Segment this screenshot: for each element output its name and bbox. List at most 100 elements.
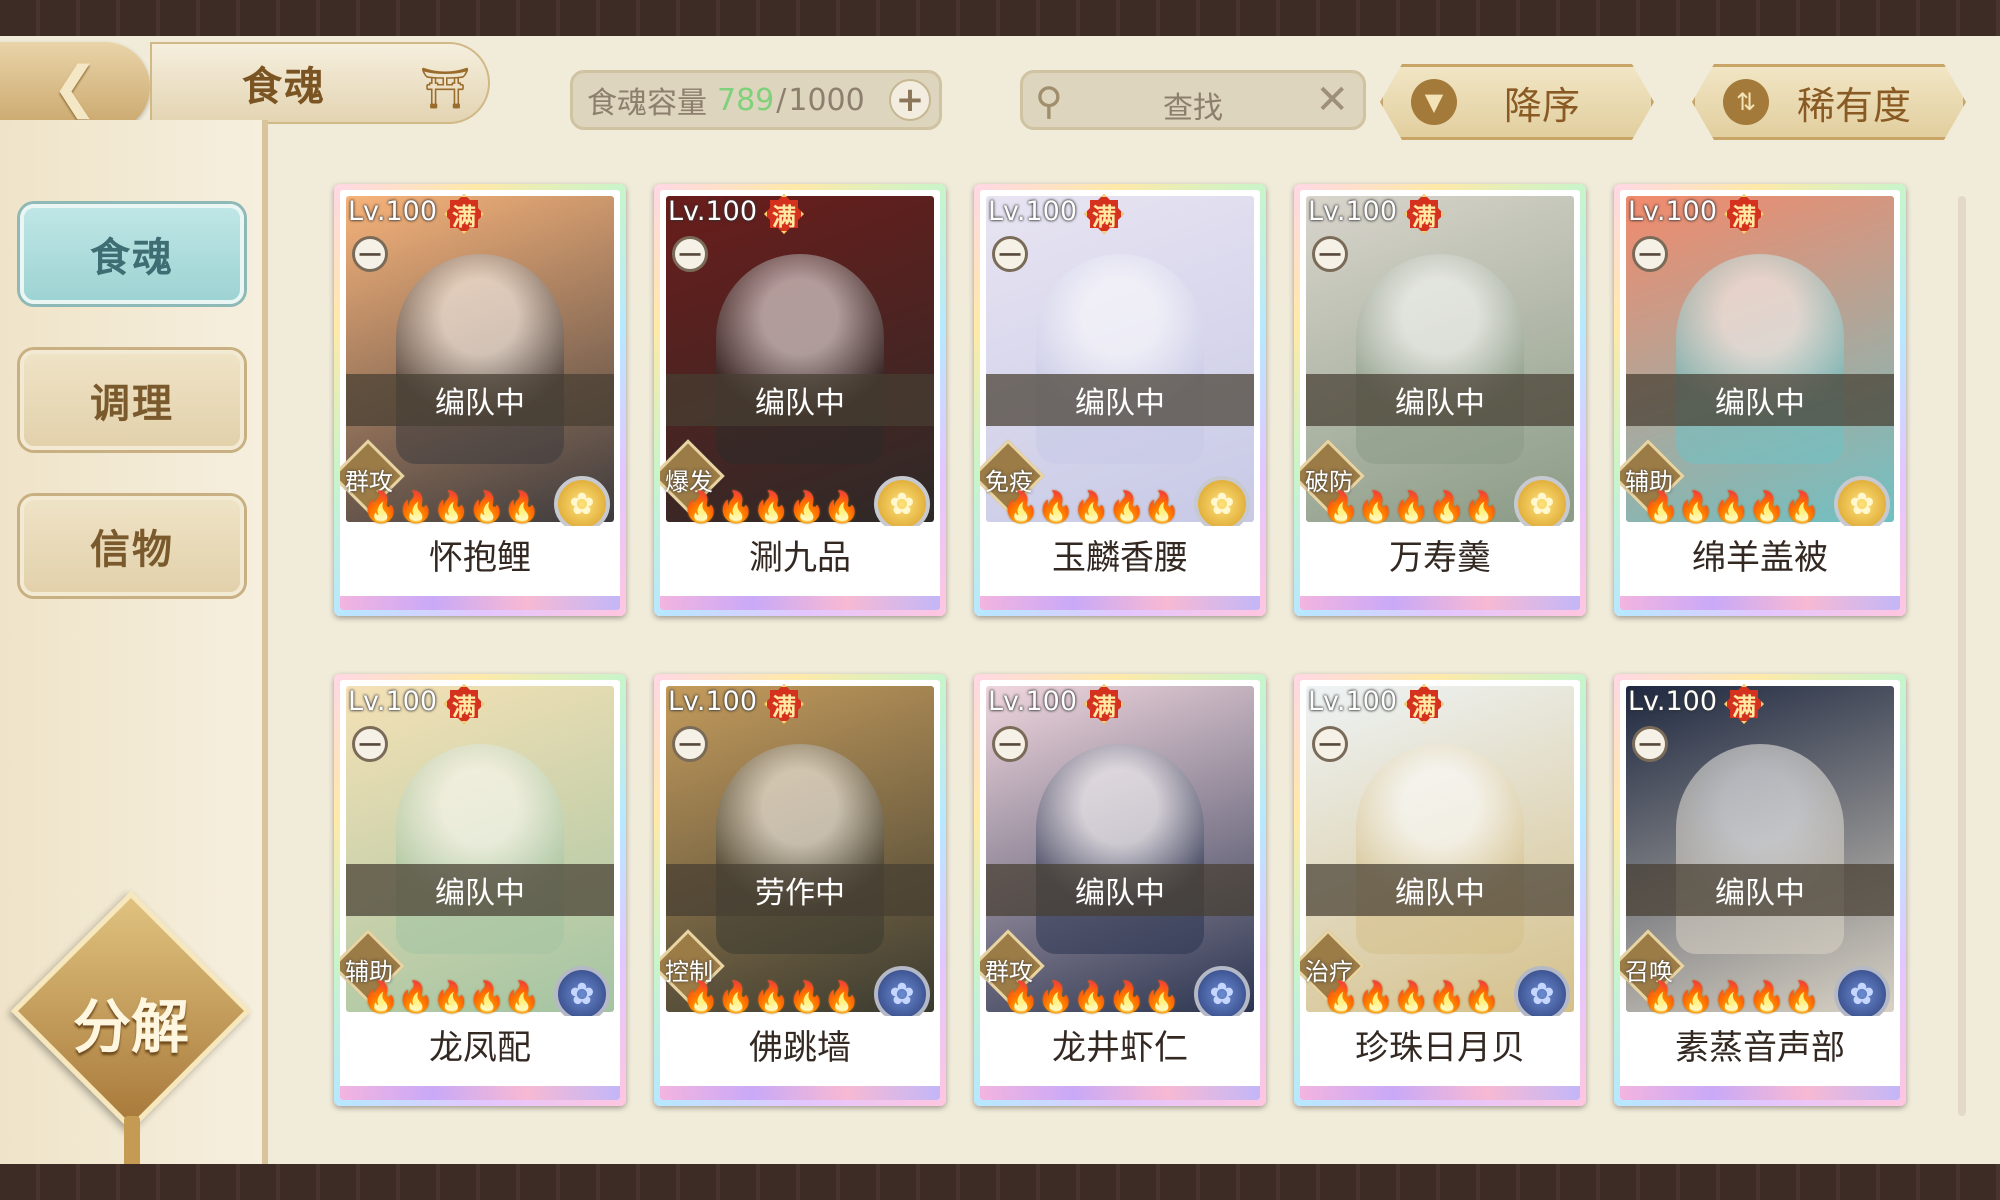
search-input[interactable]: 查找 [1023,83,1363,127]
tab-tokens[interactable]: 信物 [20,496,244,596]
capacity-label: 食魂容量 [587,86,707,121]
max-level-badge: 满 [1084,684,1124,724]
level-label: Lv.100 [988,196,1078,227]
rarity-flower-icon: ✿ [1194,476,1250,532]
card-rainbow-strip [340,596,620,610]
max-level-badge: 满 [764,684,804,724]
card-inner: Lv.100 满 一 编队中 群攻 🔥🔥🔥🔥🔥 ✿ 龙井虾仁 [980,680,1260,1100]
sort-key-button[interactable]: ⇅ 稀有度 [1692,64,1966,140]
scrollbar[interactable] [1958,196,1966,1116]
food-soul-card[interactable]: Lv.100 满 一 编队中 辅助 🔥🔥🔥🔥🔥 ✿ 绵羊盖被 [1614,184,1906,616]
tab-food-soul[interactable]: 食魂 [20,204,244,304]
card-rainbow-strip [660,1086,940,1100]
lock-icon[interactable]: 一 [352,726,388,762]
food-soul-name: 万寿羹 [1300,526,1580,582]
character-silhouette [1036,744,1204,954]
star-flames: 🔥🔥🔥🔥🔥 [682,490,861,525]
card-rainbow-strip [1620,1086,1900,1100]
level-label: Lv.100 [668,196,758,227]
level-label: Lv.100 [988,686,1078,717]
food-soul-card[interactable]: Lv.100 满 一 编队中 群攻 🔥🔥🔥🔥🔥 ✿ 龙井虾仁 [974,674,1266,1106]
food-soul-card[interactable]: Lv.100 满 一 编队中 免疫 🔥🔥🔥🔥🔥 ✿ 玉麟香腰 [974,184,1266,616]
food-soul-card[interactable]: Lv.100 满 一 编队中 爆发 🔥🔥🔥🔥🔥 ✿ 涮九品 [654,184,946,616]
lock-icon[interactable]: 一 [672,726,708,762]
rarity-flower-icon: ✿ [1834,476,1890,532]
card-rainbow-strip [1300,1086,1580,1100]
capacity-max: 1000 [788,82,865,118]
food-soul-name: 绵羊盖被 [1620,526,1900,582]
back-button[interactable]: ❮ [0,42,150,132]
food-soul-card[interactable]: Lv.100 满 一 编队中 辅助 🔥🔥🔥🔥🔥 ✿ 龙凤配 [334,674,626,1106]
food-soul-card[interactable]: Lv.100 满 一 劳作中 控制 🔥🔥🔥🔥🔥 ✿ 佛跳墙 [654,674,946,1106]
card-rainbow-strip [1300,596,1580,610]
card-inner: Lv.100 满 一 劳作中 控制 🔥🔥🔥🔥🔥 ✿ 佛跳墙 [660,680,940,1100]
status-banner: 编队中 [1306,374,1574,426]
rarity-flower-icon: ✿ [554,476,610,532]
swap-icon: ⇅ [1723,79,1769,125]
lock-icon[interactable]: 一 [1312,726,1348,762]
lock-icon[interactable]: 一 [1632,236,1668,272]
character-silhouette [716,254,884,464]
page-title: 食魂 [242,64,326,110]
card-inner: Lv.100 满 一 编队中 辅助 🔥🔥🔥🔥🔥 ✿ 龙凤配 [340,680,620,1100]
food-soul-card[interactable]: Lv.100 满 一 编队中 破防 🔥🔥🔥🔥🔥 ✿ 万寿羹 [1294,184,1586,616]
capacity-separator: / [776,82,787,118]
star-flames: 🔥🔥🔥🔥🔥 [1002,490,1181,525]
lock-icon[interactable]: 一 [992,236,1028,272]
lock-icon[interactable]: 一 [992,726,1028,762]
max-level-badge: 满 [1724,194,1764,234]
star-flames: 🔥🔥🔥🔥🔥 [1002,980,1181,1015]
stage: ❮ 食魂 ⛩ 食魂容量 789 / 1000 + ⚲ 查找 ✕ ▼ 降序 ⇅ 稀… [0,36,2000,1172]
card-inner: Lv.100 满 一 编队中 治疗 🔥🔥🔥🔥🔥 ✿ 珍珠日月贝 [1300,680,1580,1100]
sort-key-label: 稀有度 [1796,83,1911,128]
capacity-panel: 食魂容量 789 / 1000 + [570,70,942,130]
character-silhouette [1036,254,1204,464]
tab-conditioning[interactable]: 调理 [20,350,244,450]
food-soul-card[interactable]: Lv.100 满 一 编队中 群攻 🔥🔥🔥🔥🔥 ✿ 怀抱鲤 [334,184,626,616]
search-box[interactable]: ⚲ 查找 ✕ [1020,70,1366,130]
sort-order-button[interactable]: ▼ 降序 [1380,64,1654,140]
lock-icon[interactable]: 一 [1312,236,1348,272]
sort-order-label: 降序 [1503,83,1580,128]
add-capacity-button[interactable]: + [889,79,931,121]
level-label: Lv.100 [348,686,438,717]
status-banner: 编队中 [346,374,614,426]
lock-icon[interactable]: 一 [1632,726,1668,762]
food-soul-name: 涮九品 [660,526,940,582]
card-rainbow-strip [340,1086,620,1100]
bottom-border [0,1164,2000,1200]
card-rainbow-strip [980,1086,1260,1100]
rarity-flower-icon: ✿ [1834,966,1890,1022]
status-banner: 编队中 [1626,374,1894,426]
card-inner: Lv.100 满 一 编队中 破防 🔥🔥🔥🔥🔥 ✿ 万寿羹 [1300,190,1580,610]
level-label: Lv.100 [1628,686,1718,717]
max-level-badge: 满 [764,194,804,234]
star-flames: 🔥🔥🔥🔥🔥 [1642,980,1821,1015]
decompose-label[interactable]: 分解 [36,980,226,1064]
status-banner: 编队中 [1626,864,1894,916]
level-label: Lv.100 [1628,196,1718,227]
lock-icon[interactable]: 一 [672,236,708,272]
character-silhouette [396,744,564,954]
triangle-down-icon: ▼ [1411,79,1457,125]
food-soul-card[interactable]: Lv.100 满 一 编队中 治疗 🔥🔥🔥🔥🔥 ✿ 珍珠日月贝 [1294,674,1586,1106]
star-flames: 🔥🔥🔥🔥🔥 [362,490,541,525]
card-inner: Lv.100 满 一 编队中 召唤 🔥🔥🔥🔥🔥 ✿ 素蒸音声部 [1620,680,1900,1100]
lock-icon[interactable]: 一 [352,236,388,272]
clear-icon[interactable]: ✕ [1315,77,1349,123]
food-soul-card[interactable]: Lv.100 满 一 编队中 召唤 🔥🔥🔥🔥🔥 ✿ 素蒸音声部 [1614,674,1906,1106]
status-banner: 编队中 [346,864,614,916]
card-rainbow-strip [1620,596,1900,610]
food-soul-name: 佛跳墙 [660,1016,940,1072]
level-label: Lv.100 [348,196,438,227]
card-inner: Lv.100 满 一 编队中 辅助 🔥🔥🔥🔥🔥 ✿ 绵羊盖被 [1620,190,1900,610]
max-level-badge: 满 [1724,684,1764,724]
pavilion-icon[interactable]: ⛩ [410,58,480,118]
food-soul-name: 珍珠日月贝 [1300,1016,1580,1072]
card-rainbow-strip [980,596,1260,610]
rarity-flower-icon: ✿ [874,966,930,1022]
status-banner: 编队中 [666,374,934,426]
max-level-badge: 满 [1404,684,1444,724]
level-label: Lv.100 [668,686,758,717]
max-level-badge: 满 [444,194,484,234]
